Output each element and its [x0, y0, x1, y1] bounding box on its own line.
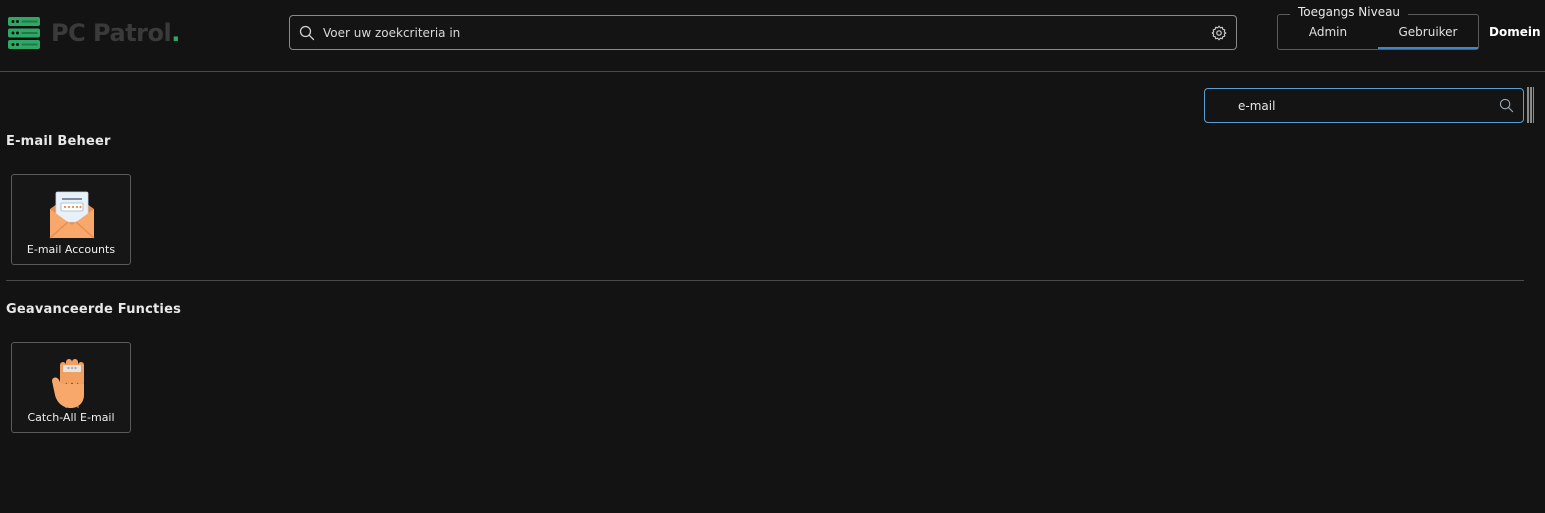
filter-search-input[interactable]	[1236, 89, 1486, 122]
brand-dot: .	[171, 19, 180, 47]
server-stack-icon	[8, 17, 40, 49]
envelope-password-icon	[49, 191, 95, 239]
search-icon	[1499, 98, 1514, 113]
raised-hand-icon: ***	[52, 359, 84, 408]
access-level-legend: Toegangs Niveau	[1290, 5, 1409, 19]
svg-text:***: ***	[67, 366, 78, 373]
scroll-handle[interactable]	[1527, 87, 1534, 123]
filter-search-box[interactable]	[1204, 88, 1524, 123]
global-search-input[interactable]	[321, 16, 1181, 49]
section-title-geavanceerde-functies: Geavanceerde Functies	[6, 302, 182, 317]
access-option-admin[interactable]: Admin	[1278, 25, 1378, 39]
section-divider	[6, 280, 1524, 281]
header-bar: PC Patrol. Toegangs Niveau Admin Gebruik…	[0, 0, 1545, 72]
search-icon	[299, 25, 315, 41]
gear-icon[interactable]	[1211, 25, 1227, 41]
selected-option-indicator	[1378, 47, 1478, 49]
tile-label: Catch-All E-mail	[27, 411, 115, 424]
domain-link[interactable]: Domein	[1489, 25, 1541, 39]
brand-name: PC Patrol.	[51, 19, 180, 47]
tile-catch-all-email[interactable]: *** Catch-All E-mail	[11, 342, 131, 433]
access-option-gebruiker[interactable]: Gebruiker	[1378, 25, 1478, 39]
section-title-email-beheer: E-mail Beheer	[6, 134, 111, 149]
global-search-box[interactable]	[289, 15, 1237, 50]
tile-email-accounts[interactable]: E-mail Accounts	[11, 174, 131, 265]
tile-label: E-mail Accounts	[26, 243, 116, 256]
brand-logo[interactable]: PC Patrol.	[7, 15, 180, 51]
